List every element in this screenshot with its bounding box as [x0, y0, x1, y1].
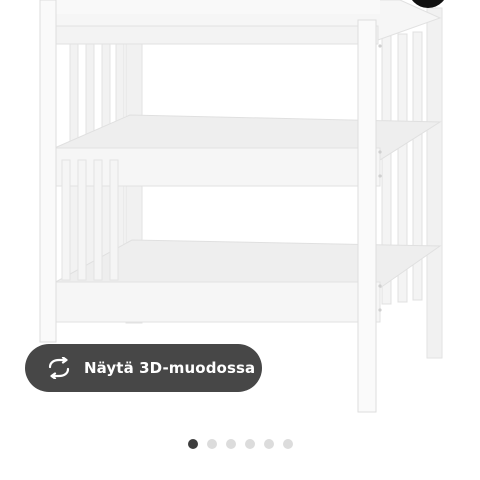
carousel-dot-2[interactable] — [206, 439, 217, 449]
carousel-dot-5[interactable] — [263, 439, 274, 449]
rotate-3d-icon — [45, 356, 73, 380]
view-3d-label: Näytä 3D-muodossa — [84, 359, 256, 377]
carousel-dot-6[interactable] — [282, 439, 293, 449]
carousel-dot-1[interactable] — [187, 439, 198, 449]
carousel-dot-4[interactable] — [244, 439, 255, 449]
view-3d-button[interactable]: Näytä 3D-muodossa — [25, 344, 262, 392]
carousel-dot-3[interactable] — [225, 439, 236, 449]
carousel-indicator — [0, 437, 480, 451]
